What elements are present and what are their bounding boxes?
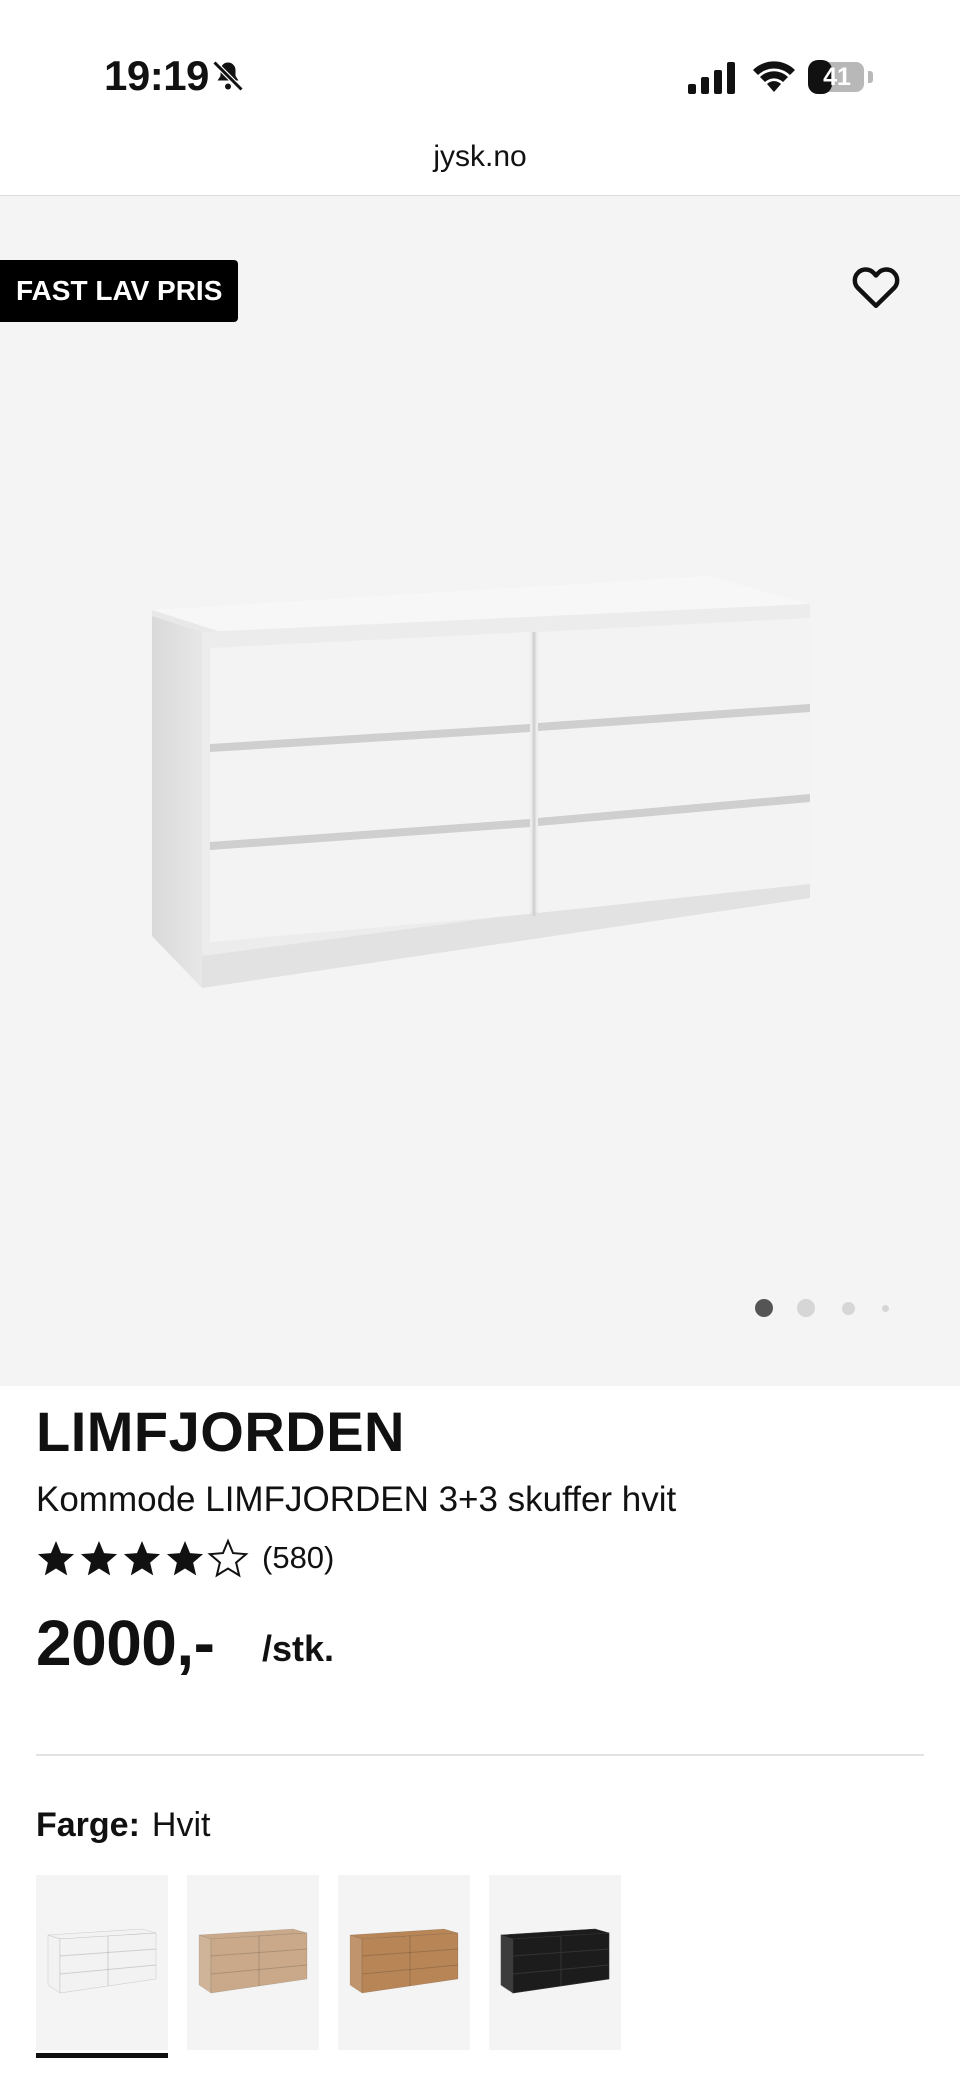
product-gallery[interactable]: FAST LAV PRIS — [0, 196, 960, 1386]
star-empty-icon — [207, 1538, 249, 1578]
color-swatch-3[interactable] — [338, 1875, 470, 2050]
gallery-pagination[interactable] — [755, 1292, 895, 1322]
price-unit: /stk. — [262, 1628, 335, 1669]
star-filled-icon — [37, 1541, 75, 1576]
price-badge: FAST LAV PRIS — [0, 260, 239, 322]
swatch-dresser-thumbnail — [198, 1928, 308, 1994]
color-swatch-4[interactable] — [489, 1875, 621, 2050]
product-price: 2000,- — [36, 1607, 215, 1679]
bell-muted-icon — [212, 60, 244, 92]
gallery-dot-4[interactable] — [882, 1305, 889, 1312]
cellular-signal-icon — [688, 62, 735, 94]
rating-row[interactable]: (580) — [36, 1536, 924, 1582]
color-label: Farge: — [36, 1806, 140, 1844]
star-filled-icon — [123, 1541, 161, 1576]
wifi-icon — [753, 61, 795, 92]
swatch-dresser-thumbnail — [349, 1928, 459, 1994]
gallery-dot-1[interactable] — [755, 1299, 773, 1317]
review-count[interactable]: (580) — [262, 1540, 334, 1576]
heart-icon[interactable] — [848, 258, 904, 314]
product-image-dresser — [152, 576, 810, 988]
product-info: LIMFJORDEN Kommode LIMFJORDEN 3+3 skuffe… — [36, 1396, 924, 1686]
status-time: 19:19 — [104, 52, 209, 99]
star-rating — [37, 1538, 249, 1578]
swatch-dresser-thumbnail — [47, 1928, 157, 1994]
product-description: Kommode LIMFJORDEN 3+3 skuffer hvit — [36, 1480, 677, 1519]
color-swatch-2[interactable] — [187, 1875, 319, 2050]
color-swatches — [36, 1875, 924, 2058]
color-value: Hvit — [151, 1806, 211, 1844]
star-filled-icon — [80, 1541, 118, 1576]
battery-level: 41 — [823, 63, 851, 91]
gallery-dot-2[interactable] — [797, 1299, 815, 1317]
product-title: LIMFJORDEN — [36, 1400, 405, 1463]
price-row: 2000,- /stk. — [36, 1606, 924, 1686]
star-filled-icon — [166, 1541, 204, 1576]
browser-url[interactable]: jysk.no — [0, 140, 960, 174]
section-divider — [36, 1754, 924, 1756]
gallery-dot-3[interactable] — [842, 1302, 855, 1315]
color-swatch-1[interactable] — [36, 1875, 168, 2058]
battery-icon: 41 — [808, 60, 874, 94]
swatch-dresser-thumbnail — [500, 1928, 610, 1994]
color-selector-label: Farge: Hvit — [36, 1806, 210, 1845]
status-bar: 19:19 41 jysk.no — [0, 0, 960, 173]
